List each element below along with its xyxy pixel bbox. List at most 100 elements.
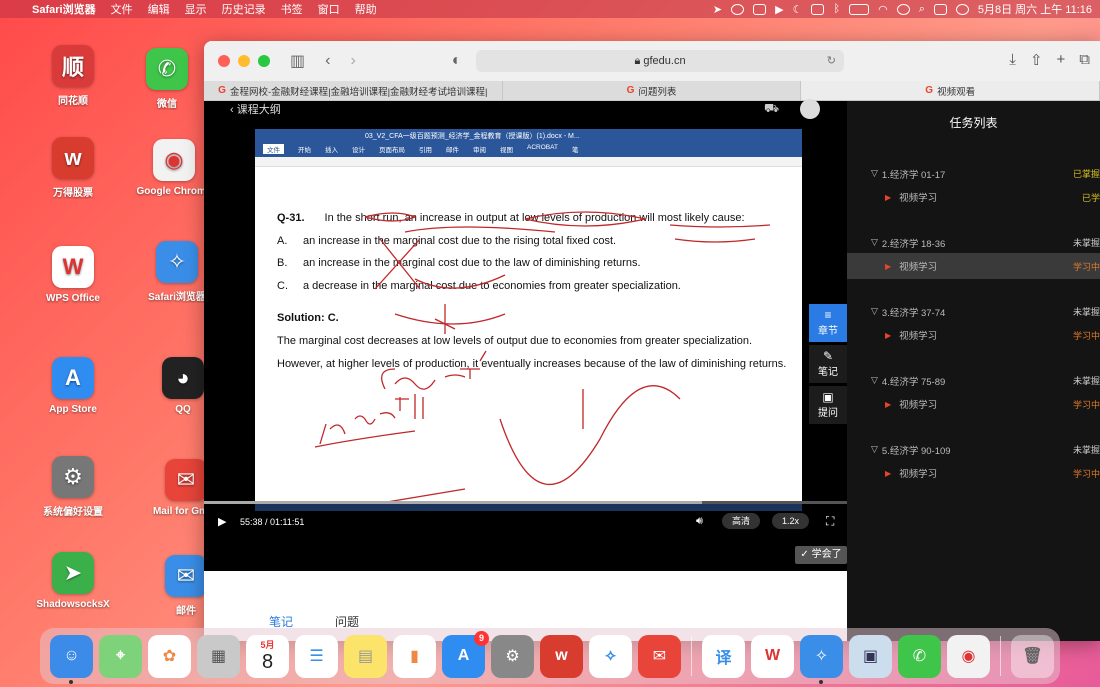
dock-calendar[interactable]: 5月 8 [246,634,289,678]
menu-window[interactable]: 窗口 [318,1,349,17]
task-item-video[interactable]: ▶ 视频学习 已学 [847,184,1100,210]
back-icon[interactable]: ‹ [325,52,330,70]
play-icon[interactable]: ▶ [218,515,226,528]
menu-view[interactable]: 显示 [185,1,216,17]
quality-button[interactable]: 高清 [722,513,761,529]
avatar[interactable] [800,99,820,119]
desktop-icon[interactable]: ✆ 微信 [126,48,208,110]
course-outline-link[interactable]: ‹ 课程大纲 [230,101,281,117]
dock-numbers[interactable]: ▮ [393,634,436,678]
task-group[interactable]: ▽ 5.经济学 90-109 未掌握 [847,439,1100,460]
reload-icon[interactable]: ↻ [827,50,836,72]
ask-button[interactable]: ▣ 提问 [809,386,847,424]
task-group[interactable]: ▽ 1.经济学 01-17 已掌握 [847,163,1100,184]
dock-mail-gmail[interactable]: ✉ [638,634,681,678]
lock-icon: 🔒︎ [634,55,641,67]
dock-launchpad[interactable]: ▦ [197,634,240,678]
tab-overview-icon[interactable]: ⧉ [1079,51,1090,69]
sidebar-icon[interactable]: ▥ [290,51,305,71]
task-group[interactable]: ▽ 4.经济学 75-89 未掌握 [847,370,1100,391]
fullscreen-icon[interactable]: ⛶ [826,514,834,529]
play-icon: ▶ [885,330,892,340]
tab-questions[interactable]: G 问题列表 [503,81,802,100]
task-group[interactable]: ▽ 3.经济学 37-74 未掌握 [847,301,1100,322]
dock-maps[interactable]: ⌖ [99,634,142,678]
task-item-status: 学习中 [1072,330,1100,341]
dock-reminders[interactable]: ☰ [295,634,338,678]
bluetooth-icon[interactable]: ᛒ [833,3,840,15]
address-bar[interactable]: 🔒︎ gfedu.cn ↻ [476,50,844,72]
dock-photos[interactable]: ✿ [148,634,191,678]
dock-wechat[interactable]: ✆ [898,634,941,678]
menu-app[interactable]: Safari浏览器 [32,1,105,17]
task-group-name: 2.经济学 18-36 [881,238,946,250]
new-tab-icon[interactable]: + [1057,51,1066,69]
task-item-status: 学习中 [1072,468,1100,479]
cart-icon[interactable]: ⛟ [764,101,779,117]
user-icon[interactable] [896,3,910,15]
menu-edit[interactable]: 编辑 [148,1,179,17]
desktop-icon[interactable]: ➤ ShadowsocksX [32,552,114,610]
play-tray-icon[interactable]: ▶ [775,3,783,16]
control-center-icon[interactable] [933,3,947,15]
dock-finder[interactable]: ☺ [50,634,93,684]
dock-chrome[interactable]: ◉ [947,634,990,678]
desktop-icon-label: 同花顺 [58,96,88,107]
video-page: ‹ 课程大纲 ⛟ 03_V2_CFA一级百题预测_经济学_金程教育（授课版）(1… [204,99,1100,641]
task-item-status: 学习中 [1072,399,1100,410]
dock-system-preferences[interactable]: ⚙ [491,634,534,678]
zoom-button[interactable] [258,55,270,67]
learned-button[interactable]: ✓ 学会了 [795,546,847,564]
task-group-status: 未掌握 [1072,376,1100,386]
menu-bookmarks[interactable]: 书签 [281,1,312,17]
menu-clock[interactable]: 5月8日 周六 上午 11:16 [978,1,1092,17]
wechat-tray-icon[interactable] [731,3,745,15]
dock-translate[interactable]: 译 [702,634,745,678]
desktop-icon[interactable]: ◉ Google Chrome [133,139,215,197]
progress-bar[interactable] [204,501,847,504]
wifi-icon[interactable]: ◠ [878,3,888,16]
dock-notes[interactable]: ▤ [344,634,387,678]
reminders-icon: ☰ [309,648,324,665]
tab-course[interactable]: G 金程网校-金融财经课程|金融培训课程|金融财经考试培训课程| [204,81,503,100]
wps-tray-icon[interactable] [753,3,767,15]
dock-wind[interactable]: w [540,634,583,678]
battery-icon[interactable] [849,3,870,15]
siri-icon[interactable] [955,3,969,15]
menu-file[interactable]: 文件 [111,1,142,17]
task-item-video[interactable]: ▶ 视频学习 学习中 [847,253,1100,279]
desktop-icon[interactable]: w 万得股票 [32,137,114,199]
dock-preview[interactable]: ▣ [849,634,892,678]
dock-wps[interactable]: W [751,634,794,678]
download-icon[interactable]: ⤓ [1009,51,1016,69]
dock-trash[interactable]: 🗑︎ [1011,634,1054,678]
dock-lark[interactable]: ⟡ [589,634,632,678]
moon-icon[interactable]: ☾ [793,3,803,16]
volume-icon[interactable]: 🔊︎ [696,515,703,528]
minimize-button[interactable] [238,55,250,67]
input-method-icon[interactable] [811,3,825,15]
chapter-button[interactable]: ≡ 章节 [809,304,847,342]
desktop-icon[interactable]: 顺同花顺 [32,45,114,107]
privacy-shield-icon[interactable]: ◐ [452,52,462,70]
launchpad-icon: ▦ [210,648,227,665]
share-icon[interactable]: ⇧ [1030,51,1043,69]
desktop-icon[interactable]: A App Store [32,357,114,415]
location-icon[interactable]: ➤ [713,3,722,16]
dock-app-store[interactable]: A9 [442,630,489,678]
task-group[interactable]: ▽ 2.经济学 18-36 未掌握 [847,232,1100,253]
dock-safari[interactable]: ✧ [800,634,843,684]
task-item-video[interactable]: ▶ 视频学习 学习中 [847,460,1100,486]
menu-history[interactable]: 历史记录 [222,1,275,17]
menu-help[interactable]: 帮助 [355,1,386,17]
desktop-icon[interactable]: ⚙ 系统偏好设置 [32,456,114,518]
task-item-video[interactable]: ▶ 视频学习 学习中 [847,322,1100,348]
tab-video[interactable]: G 视频观看 [801,81,1100,100]
task-item-video[interactable]: ▶ 视频学习 学习中 [847,391,1100,417]
search-icon[interactable]: ⌕ [919,3,925,16]
desktop-icon[interactable]: W WPS Office [32,246,114,304]
forward-icon[interactable]: › [350,52,355,70]
close-button[interactable] [218,55,230,67]
speed-button[interactable]: 1.2x [772,513,810,529]
notes-button[interactable]: ✎ 笔记 [809,345,847,383]
